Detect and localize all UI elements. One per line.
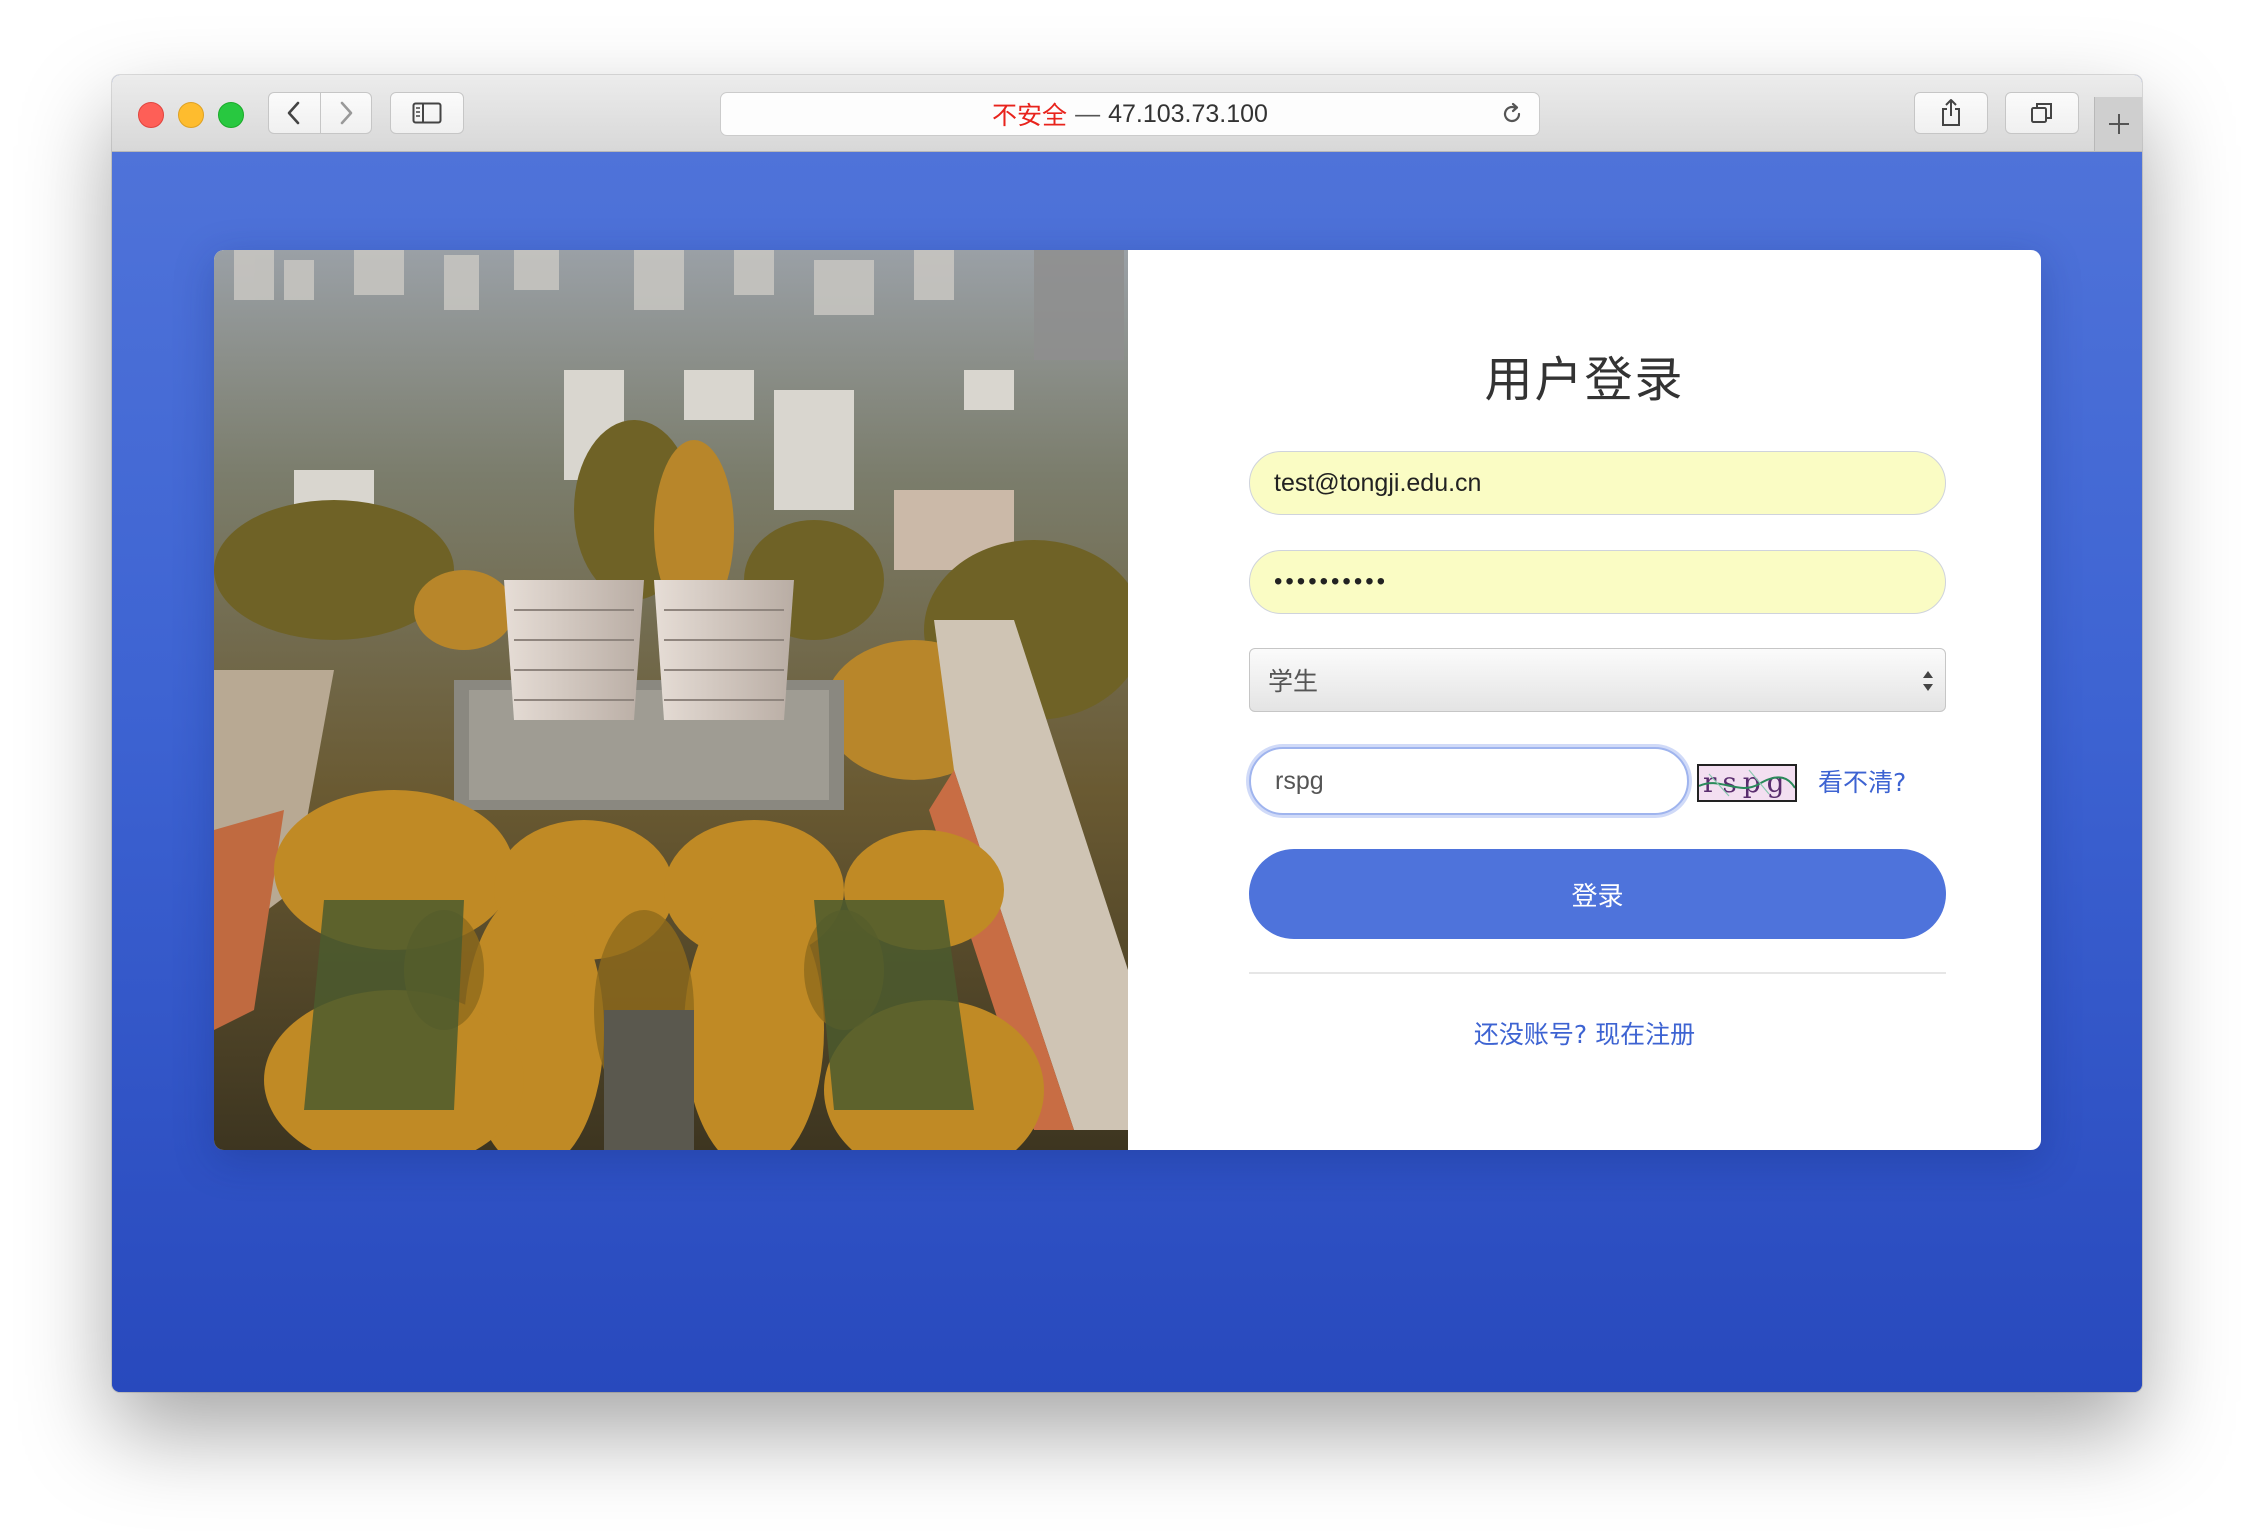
email-field[interactable]: test@tongji.edu.cn	[1249, 451, 1946, 515]
captcha-input[interactable]: rspg	[1249, 747, 1689, 815]
sidebar-toggle-button[interactable]	[390, 92, 464, 134]
back-button[interactable]	[269, 93, 320, 133]
tab-overview-button[interactable]	[2005, 92, 2079, 134]
captcha-image-graphic: rspg	[1699, 766, 1795, 800]
tabs-overview-icon	[2031, 103, 2052, 123]
share-button[interactable]	[1914, 92, 1988, 134]
email-value: test@tongji.edu.cn	[1274, 468, 1482, 497]
password-field[interactable]: ••••••••••	[1249, 550, 1946, 614]
page-title: 用户登录	[1484, 352, 1685, 408]
refresh-captcha-link[interactable]: 看不清?	[1818, 765, 1906, 801]
login-button[interactable]: 登录	[1249, 849, 1946, 939]
chevron-right-icon	[340, 101, 353, 125]
reload-icon[interactable]	[1499, 101, 1525, 127]
navigation-buttons	[268, 92, 372, 134]
sidebar-icon	[412, 102, 442, 124]
divider	[1249, 972, 1946, 974]
password-value: ••••••••••	[1274, 568, 1389, 595]
login-form: 用户登录 test@tongji.edu.cn •••••••••• 学生 rs…	[1128, 250, 2041, 1150]
captcha-input-value: rspg	[1275, 766, 1324, 795]
url-host: 47.103.73.100	[1108, 99, 1268, 128]
browser-toolbar: 不安全 — 47.103.73.100	[112, 75, 2142, 152]
security-warning-label: 不安全	[992, 102, 1068, 130]
minimize-window-button[interactable]	[178, 102, 204, 128]
role-selected-value: 学生	[1268, 667, 1319, 696]
login-card: 用户登录 test@tongji.edu.cn •••••••••• 学生 rs…	[214, 250, 2041, 1150]
zoom-window-button[interactable]	[218, 102, 244, 128]
captcha-image[interactable]: rspg	[1697, 764, 1797, 802]
role-select[interactable]: 学生	[1249, 648, 1946, 712]
url-separator: —	[1075, 99, 1101, 128]
address-bar[interactable]: 不安全 — 47.103.73.100	[720, 92, 1540, 136]
share-icon	[1942, 99, 1960, 126]
chevron-left-icon	[287, 101, 300, 125]
campus-aerial-image	[214, 250, 1128, 1150]
select-arrows-icon	[1923, 671, 1933, 691]
campus-aerial-photo	[214, 250, 1128, 1150]
close-window-button[interactable]	[138, 102, 164, 128]
browser-window: 不安全 — 47.103.73.100 用户登录 test@tongji.edu…	[112, 75, 2142, 1392]
page-content: 用户登录 test@tongji.edu.cn •••••••••• 学生 rs…	[112, 152, 2142, 1392]
new-tab-button[interactable]	[2094, 97, 2142, 151]
plus-icon	[2108, 114, 2129, 134]
forward-button[interactable]	[319, 93, 372, 133]
register-link[interactable]: 还没账号? 现在注册	[1128, 1015, 2041, 1051]
